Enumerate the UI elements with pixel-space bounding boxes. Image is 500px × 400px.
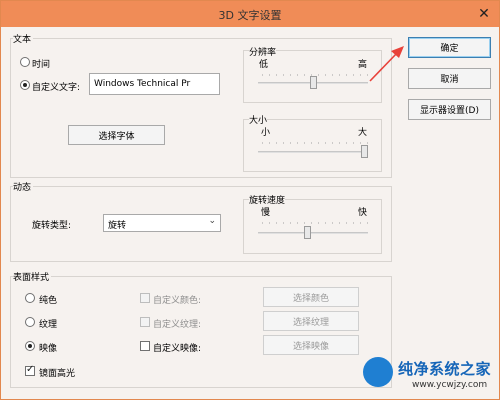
surface-group-label: 表面样式: [13, 270, 52, 283]
custom-text-radio[interactable]: [20, 80, 30, 90]
custom-texture-checkbox[interactable]: [140, 317, 150, 327]
reflection-label: 映像: [39, 344, 58, 354]
chevron-down-icon: ⌄: [208, 216, 216, 226]
ok-button[interactable]: 确定: [408, 37, 491, 58]
size-slider-thumb[interactable]: [361, 145, 368, 158]
watermark-logo: [363, 357, 393, 387]
solid-color-radio[interactable]: [25, 293, 35, 303]
resolution-low-label: 低: [259, 60, 269, 70]
custom-text-label: 自定义文字:: [32, 83, 81, 93]
speed-slider-thumb[interactable]: [304, 226, 312, 239]
choose-font-button[interactable]: 选择字体: [68, 125, 165, 145]
choose-texture-button[interactable]: 选择纹理: [263, 311, 359, 331]
custom-color-checkbox[interactable]: [140, 293, 150, 303]
solid-color-label: 纯色: [39, 296, 58, 306]
custom-reflection-label: 自定义映像:: [153, 344, 202, 354]
custom-text-input[interactable]: Windows Technical Pr: [89, 73, 220, 95]
time-label: 时间: [32, 60, 51, 70]
watermark-brand: 纯净系统之家: [398, 360, 492, 378]
rotation-type-value: 旋转: [108, 221, 127, 231]
watermark: 纯净系统之家 www.ycwjzy.com: [360, 355, 500, 400]
rotation-type-select[interactable]: 旋转 ⌄: [103, 214, 221, 232]
speed-track: [258, 232, 368, 234]
time-radio[interactable]: [20, 57, 30, 67]
size-large-label: 大: [358, 128, 368, 138]
speed-slow-label: 慢: [261, 208, 271, 218]
motion-group-label: 动态: [13, 180, 34, 193]
dialog-window: 3D 文字设置 ✕ 文本 时间 自定义文字: Windows Technical…: [0, 0, 500, 400]
display-settings-button[interactable]: 显示器设置(D): [408, 99, 491, 120]
specular-label: 镜面高光: [39, 369, 76, 379]
speed-ticks: [259, 222, 369, 224]
watermark-url: www.ycwjzy.com: [412, 380, 488, 390]
custom-texture-label: 自定义纹理:: [153, 320, 202, 330]
resolution-slider-thumb[interactable]: [309, 76, 317, 89]
choose-color-button[interactable]: 选择颜色: [263, 287, 359, 307]
size-ticks: [259, 142, 369, 144]
cancel-button[interactable]: 取消: [408, 68, 491, 89]
choose-reflection-button[interactable]: 选择映像: [263, 335, 359, 355]
texture-radio[interactable]: [25, 317, 35, 327]
text-group-label: 文本: [13, 32, 34, 45]
window-title: 3D 文字设置: [218, 9, 282, 22]
close-button[interactable]: ✕: [475, 5, 493, 23]
size-small-label: 小: [261, 128, 271, 138]
custom-reflection-checkbox[interactable]: [140, 341, 150, 351]
title-bar: 3D 文字设置 ✕: [1, 1, 499, 27]
resolution-high-label: 高: [358, 60, 368, 70]
speed-fast-label: 快: [358, 208, 368, 218]
size-track: [258, 151, 368, 153]
specular-checkbox[interactable]: [25, 364, 35, 376]
custom-color-label: 自定义颜色:: [153, 296, 202, 306]
rotation-type-label: 旋转类型:: [32, 221, 72, 231]
texture-label: 纹理: [39, 320, 58, 330]
reflection-radio[interactable]: [25, 341, 35, 351]
